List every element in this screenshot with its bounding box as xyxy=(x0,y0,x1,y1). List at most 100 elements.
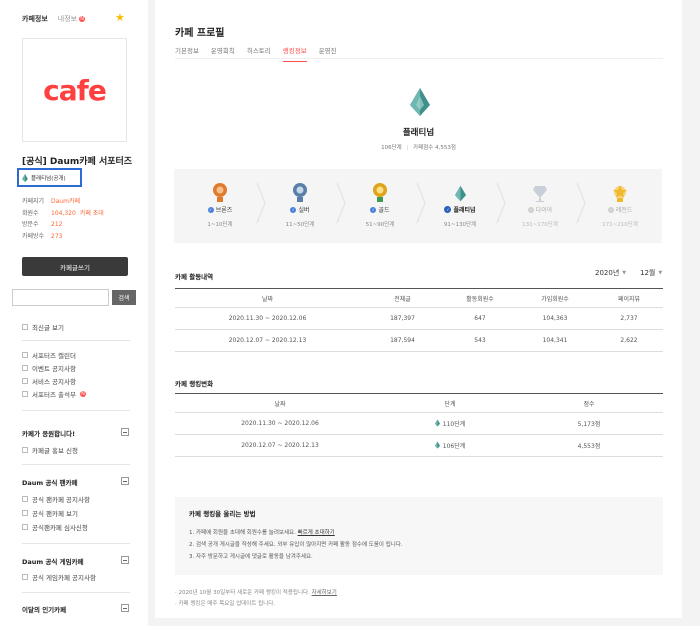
chevron-right-icon xyxy=(576,183,586,223)
level-value: 106단계 xyxy=(442,443,466,450)
chevron-right-icon xyxy=(496,183,506,223)
menu-recent-posts[interactable]: 최신글 보기 xyxy=(22,322,64,332)
month-select[interactable]: 12월 ▼ xyxy=(640,268,662,278)
step-bronze: ✓ 브론즈 1~10단계 xyxy=(190,182,250,228)
cell: 104,341 xyxy=(515,329,595,352)
pencil-icon xyxy=(22,391,28,397)
step-legend: ✓ 레전드 171~210단계 xyxy=(590,182,650,228)
collapse-icon[interactable] xyxy=(121,556,129,564)
board-icon xyxy=(22,352,28,358)
rank-name: 플래티넘 xyxy=(402,128,435,138)
new-badge: N xyxy=(79,16,86,22)
chevron-down-icon: ▼ xyxy=(658,270,663,276)
menu-item[interactable]: 공식 팬카페 공지사항 xyxy=(22,494,90,504)
ranking-title: 카페 랭킹변화 xyxy=(175,380,214,388)
menu-item[interactable]: 이벤트 공지사항 xyxy=(22,363,76,373)
menu-label: 공식 팬카페 보기 xyxy=(32,510,78,518)
diamond-icon xyxy=(510,182,570,202)
ranking-tips: 카페 랭킹을 올리는 방법 1. 카페에 회원을 초대해 회원수를 늘려보세요.… xyxy=(175,497,663,575)
section-title: 카페가 응원합니다! xyxy=(22,430,76,438)
cell: 5,173점 xyxy=(515,412,663,435)
collapse-icon[interactable] xyxy=(121,477,129,485)
step-name: 플래티넘 xyxy=(453,207,476,214)
step-name: 골드 xyxy=(378,207,390,214)
menu-item[interactable]: 서포터즈 출석부 N xyxy=(22,389,86,399)
cell: 543 xyxy=(445,329,515,352)
tab-ranking[interactable]: 랭킹정보 xyxy=(282,45,307,62)
cell: 4,553점 xyxy=(515,434,663,457)
menu-label: 공식 게임카페 공지사항 xyxy=(32,574,96,582)
invite-quick-link[interactable]: 빠르게 초대하기 xyxy=(298,530,335,536)
chevron-right-icon xyxy=(256,183,266,223)
menu-item[interactable]: 공식팬카페 심사신청 xyxy=(22,522,88,532)
rank-level: 106단계 xyxy=(381,145,402,151)
board-icon xyxy=(22,378,28,384)
board-icon xyxy=(22,496,28,502)
step-range: 11~50단계 xyxy=(285,222,315,228)
check-icon: ✓ xyxy=(370,206,377,213)
rank-steps: ✓ 브론즈 1~10단계 ✓ 실버 11~50단계 ✓ 골드 51~90단계 ✓… xyxy=(174,169,662,243)
info-key: 카페지기 xyxy=(22,198,45,205)
activity-table: 날짜 전체글 활동회원수 가입회원수 페이지뷰 2020.11.30 ~ 202… xyxy=(175,288,663,352)
table-header-row: 날짜 전체글 활동회원수 가입회원수 페이지뷰 xyxy=(175,288,663,308)
menu-label: 이벤트 공지사항 xyxy=(32,365,76,373)
menu-item[interactable]: 공식 게임카페 공지사항 xyxy=(22,572,96,582)
collapse-icon[interactable] xyxy=(121,428,129,436)
step-label: ✓ 플래티넘 xyxy=(430,205,490,214)
list-icon xyxy=(22,324,28,330)
col-score: 점수 xyxy=(515,393,663,413)
tab-history[interactable]: 히스토리 xyxy=(247,45,271,62)
collapse-icon[interactable] xyxy=(121,604,129,612)
year-select[interactable]: 2020년 ▼ xyxy=(595,268,626,278)
menu-item[interactable]: 공식 팬카페 보기 xyxy=(22,508,78,518)
member-count[interactable]: 104,320 xyxy=(51,210,76,217)
legend-icon xyxy=(590,182,650,202)
cafe-logo-text: cafe xyxy=(43,73,107,107)
sidebar-tabs: 카페정보 내정보 N xyxy=(22,14,86,24)
cafe-logo[interactable]: cafe xyxy=(22,38,127,142)
table-row: 2020.12.07 ~ 2020.12.13 106단계 4,553점 xyxy=(175,434,663,457)
step-name: 브론즈 xyxy=(215,207,233,214)
tab-rules[interactable]: 운영회칙 xyxy=(211,45,235,62)
cell: 104,363 xyxy=(515,307,595,330)
board-icon xyxy=(22,447,28,453)
room-count: 273 xyxy=(51,232,63,240)
step-range: 131~170단계 xyxy=(522,222,558,228)
info-key: 카페방수 xyxy=(22,232,45,240)
check-icon: ✓ xyxy=(207,206,214,213)
cell: 2,737 xyxy=(595,307,663,330)
tab-basic-info[interactable]: 기본정보 xyxy=(175,45,199,62)
step-range: 51~90단계 xyxy=(365,222,395,228)
rank-badge[interactable]: 플래티넘(공개) xyxy=(17,168,82,187)
col-active: 활동회원수 xyxy=(445,288,515,308)
details-link[interactable]: 자세히보기 xyxy=(312,590,337,596)
profile-tabs: 기본정보 운영회칙 히스토리 랭킹정보 운영진 xyxy=(175,45,337,62)
bronze-medal-icon xyxy=(190,182,250,202)
step-name: 실버 xyxy=(298,207,310,214)
menu-item[interactable]: 서비스 공지사항 xyxy=(22,376,76,386)
star-icon[interactable]: ★ xyxy=(115,11,125,24)
step-silver: ✓ 실버 11~50단계 xyxy=(270,182,330,228)
step-range: 1~10단계 xyxy=(207,222,233,228)
search-button[interactable]: 검색 xyxy=(112,290,136,305)
menu-item[interactable]: 서포터즈 캘린더 xyxy=(22,350,76,360)
board-icon xyxy=(22,365,28,371)
platinum-gem-icon xyxy=(434,419,440,427)
step-name: 다이아 xyxy=(535,207,553,214)
step-platinum: ✓ 플래티넘 91~130단계 xyxy=(430,182,490,228)
tab-staff[interactable]: 운영진 xyxy=(319,45,337,62)
note-line: · 카페 랭킹은 매주 목요일 업데이트 됩니다. xyxy=(175,601,276,607)
owner-link[interactable]: Daum카페 xyxy=(51,198,80,205)
search-input[interactable] xyxy=(12,289,109,306)
info-row-owner: 카페지기 Daum카페 xyxy=(22,196,104,208)
menu-item[interactable]: 카페글 홍보 신청 xyxy=(22,445,78,455)
invite-link[interactable]: 카페 초대 xyxy=(80,210,104,217)
menu-label: 카페글 홍보 신청 xyxy=(32,447,78,455)
info-row-rooms: 카페방수 273 xyxy=(22,231,104,243)
tab-my-info[interactable]: 내정보 N xyxy=(58,14,86,24)
cell: 2020.12.07 ~ 2020.12.13 xyxy=(175,329,360,352)
menu-label: 공식팬카페 심사신청 xyxy=(32,524,88,532)
tab-cafe-info[interactable]: 카페정보 xyxy=(22,14,48,24)
platinum-gem-icon xyxy=(410,88,430,116)
write-post-button[interactable]: 카페글쓰기 xyxy=(22,257,128,276)
